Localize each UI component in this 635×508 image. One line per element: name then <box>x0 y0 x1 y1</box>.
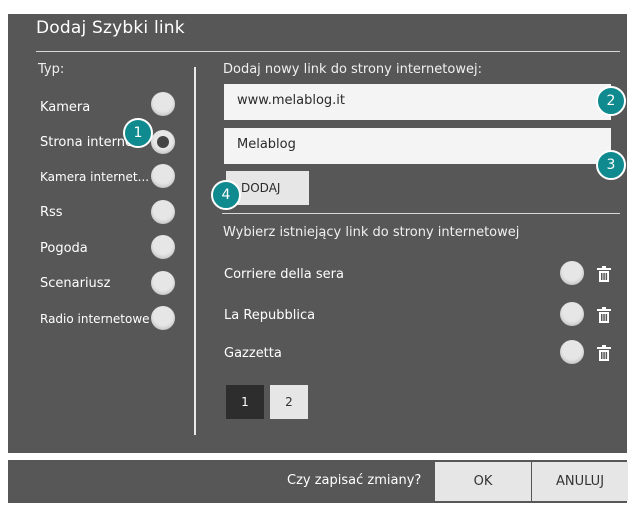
trash-icon[interactable] <box>597 266 611 282</box>
type-item-scenario[interactable]: Scenariusz <box>40 276 110 291</box>
existing-link-label: Wybierz istniejący link do strony intern… <box>223 225 520 240</box>
callout-badge-2: 2 <box>596 86 626 116</box>
radio-internet-radio[interactable] <box>151 306 175 330</box>
ok-button[interactable]: OK <box>435 462 531 501</box>
url-input[interactable]: www.melablog.it <box>224 84 611 120</box>
type-item-camera[interactable]: Kamera <box>40 100 90 115</box>
dialog-title: Dodaj Szybki link <box>36 18 185 38</box>
trash-icon[interactable] <box>597 345 611 361</box>
footer-bar: Czy zapisać zmiany? OK ANULUJ <box>8 460 628 503</box>
callout-badge-4: 4 <box>211 180 241 210</box>
type-label: Typ: <box>38 62 65 77</box>
radio-rss[interactable] <box>151 200 175 224</box>
new-link-label: Dodaj nowy link do strony internetowej: <box>223 62 482 77</box>
radio-existing-link-3[interactable] <box>560 340 584 364</box>
page-button-2[interactable]: 2 <box>270 385 308 419</box>
type-item-internet-radio[interactable]: Radio internetowe <box>40 312 160 326</box>
page-button-1[interactable]: 1 <box>226 385 264 419</box>
radio-weather[interactable] <box>151 235 175 259</box>
radio-internet-camera[interactable] <box>151 164 175 188</box>
existing-link-item[interactable]: Corriere della sera <box>224 267 344 282</box>
callout-badge-3: 3 <box>596 150 626 180</box>
trash-icon[interactable] <box>597 307 611 323</box>
radio-existing-link-2[interactable] <box>560 302 584 326</box>
save-question: Czy zapisać zmiany? <box>287 473 422 488</box>
type-item-rss[interactable]: Rss <box>40 205 63 220</box>
radio-website[interactable] <box>151 130 175 154</box>
radio-existing-link-1[interactable] <box>560 261 584 285</box>
callout-badge-1: 1 <box>123 118 153 148</box>
title-divider <box>36 51 620 52</box>
quick-link-dialog: Dodaj Szybki link Typ: Kamera Strona int… <box>8 14 627 453</box>
type-item-internet-camera[interactable]: Kamera internet... <box>40 170 149 184</box>
existing-link-item[interactable]: La Repubblica <box>224 308 315 323</box>
existing-link-item[interactable]: Gazzetta <box>224 346 282 361</box>
radio-camera[interactable] <box>151 92 175 116</box>
section-divider <box>222 213 620 214</box>
link-name-input[interactable]: Melablog <box>224 128 611 164</box>
radio-scenario[interactable] <box>151 271 175 295</box>
column-divider <box>194 67 196 435</box>
cancel-button[interactable]: ANULUJ <box>532 462 628 501</box>
type-item-weather[interactable]: Pogoda <box>40 241 88 256</box>
